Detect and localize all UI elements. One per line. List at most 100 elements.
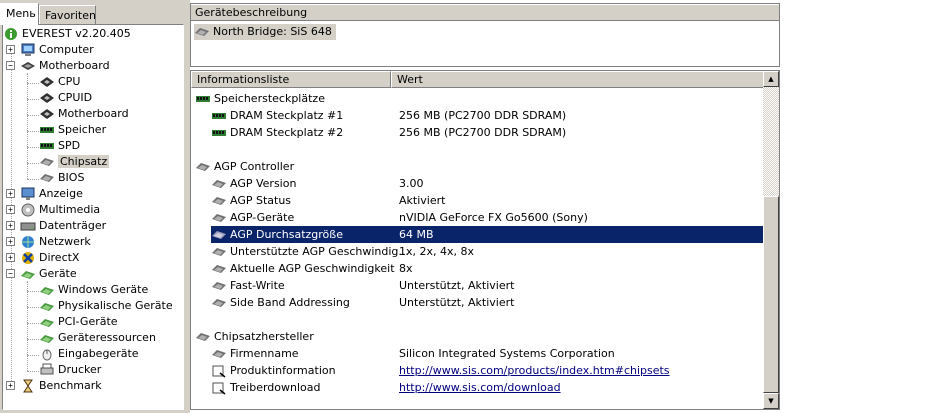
tree-item-drucker[interactable]: Drucker	[39, 362, 101, 378]
tree-item-eingabegeraete[interactable]: Eingabegeräte	[39, 346, 139, 362]
tree-item-cpu[interactable]: CPU	[39, 74, 80, 90]
row-label: AGP-Geräte	[230, 211, 295, 224]
column-header-value[interactable]: Wert	[391, 71, 764, 88]
row-label: AGP Version	[230, 177, 297, 190]
tab-menu[interactable]: Menь	[0, 3, 39, 25]
row-label: DRAM Steckplatz #1	[230, 109, 344, 122]
tree-item-label: Geräte	[39, 267, 77, 280]
expand-toggle[interactable]: +	[6, 221, 15, 230]
row-value: 8x	[399, 262, 413, 275]
table-row[interactable]: AGP Status Aktiviert	[193, 192, 763, 209]
section-label: Speichersteckplätze	[214, 92, 325, 105]
expand-toggle[interactable]: +	[6, 253, 15, 262]
network-icon	[20, 235, 36, 249]
table-row[interactable]: DRAM Steckplatz #1 256 MB (PC2700 DDR SD…	[193, 107, 763, 124]
tree-item-benchmark[interactable]: Benchmark	[20, 378, 102, 394]
row-label: DRAM Steckplatz #2	[230, 126, 344, 139]
tree-item-pci-geraete[interactable]: PCI-Geräte	[39, 314, 118, 330]
tree-item-spd[interactable]: SPD	[39, 138, 80, 154]
tree-item-everest[interactable]: EVEREST v2.20.405	[3, 26, 131, 42]
expand-toggle[interactable]: +	[6, 381, 15, 390]
tree-item-motherboard-sub[interactable]: Motherboard	[39, 106, 129, 122]
row-label: Produktinformation	[230, 364, 336, 377]
section-header: AGP Controller	[193, 158, 763, 175]
chip-icon	[39, 75, 55, 89]
tree-item-label: Motherboard	[39, 59, 110, 72]
collapse-toggle[interactable]: −	[6, 269, 15, 278]
link-icon	[211, 364, 227, 378]
table-row[interactable]: Aktuelle AGP Geschwindigkeit 8x	[193, 260, 763, 277]
table-row[interactable]: Produktinformation http://www.sis.com/pr…	[193, 362, 763, 379]
tree-item-windows-geraete[interactable]: Windows Geräte	[39, 282, 148, 298]
table-row-selected[interactable]: AGP Durchsatzgröße 64 MB	[211, 226, 763, 243]
tree-item-netzwerk[interactable]: Netzwerk	[20, 234, 91, 250]
table-row[interactable]: AGP-Geräte nVIDIA GeForce FX Go5600 (Son…	[193, 209, 763, 226]
tree-item-cpuid[interactable]: CPUID	[39, 90, 92, 106]
computer-icon	[20, 43, 36, 57]
table-row[interactable]: Unterstützte AGP Geschwindig... 1x, 2x, …	[193, 243, 763, 260]
tree-item-label: Chipsatz	[58, 155, 110, 168]
tree-item-label: CPU	[58, 75, 81, 88]
table-row[interactable]: AGP Version 3.00	[193, 175, 763, 192]
device-description-header: Gerätebeschreibung	[191, 4, 779, 21]
expand-toggle[interactable]: +	[6, 205, 15, 214]
tree-item-anzeige[interactable]: Anzeige	[20, 186, 83, 202]
tree-item-label: BIOS	[58, 171, 85, 184]
tree-item-label: CPUID	[58, 91, 93, 104]
scroll-thumb[interactable]	[763, 196, 779, 393]
scroll-down-button[interactable]: ▼	[763, 393, 779, 409]
chip-icon	[211, 245, 227, 259]
tree-item-multimedia[interactable]: Multimedia	[20, 202, 100, 218]
multimedia-icon	[20, 203, 36, 217]
section-header: Speichersteckplätze	[193, 90, 763, 107]
row-label: Aktuelle AGP Geschwindigkeit	[230, 262, 395, 275]
device-item[interactable]: North Bridge: SiS 648	[194, 24, 336, 40]
chip-icon	[39, 91, 55, 105]
hourglass-icon	[20, 379, 36, 393]
chip-icon	[211, 194, 227, 208]
expand-toggle[interactable]: +	[6, 189, 15, 198]
row-value: 3.00	[399, 177, 424, 190]
motherboard-icon	[20, 59, 36, 73]
tab-favorites[interactable]: Favoriten	[39, 5, 96, 24]
chip-icon	[211, 262, 227, 276]
directx-icon	[20, 251, 36, 265]
row-value: nVIDIA GeForce FX Go5600 (Sony)	[399, 211, 588, 224]
column-header-field[interactable]: Informationsliste	[191, 71, 391, 88]
table-row[interactable]: Fast-Write Unterstützt, Aktiviert	[193, 277, 763, 294]
tree-item-directx[interactable]: DirectX	[20, 250, 79, 266]
table-row[interactable]: Firmenname Silicon Integrated Systems Co…	[193, 345, 763, 362]
driver-download-link[interactable]: http://www.sis.com/download	[399, 379, 561, 396]
tree-item-geraete[interactable]: Geräte	[20, 266, 77, 282]
expand-toggle[interactable]: +	[6, 45, 15, 54]
product-info-link[interactable]: http://www.sis.com/products/index.htm#ch…	[399, 362, 670, 379]
tree-item-datentraeger[interactable]: Datenträger	[20, 218, 106, 234]
device-icon	[39, 299, 55, 313]
tree-item-label: PCI-Geräte	[58, 315, 118, 328]
chip-icon	[194, 25, 210, 39]
expand-toggle[interactable]: +	[6, 237, 15, 246]
scroll-up-button[interactable]: ▲	[763, 71, 779, 87]
row-label: Side Band Addressing	[230, 296, 350, 309]
memory-icon	[211, 126, 227, 140]
chip-icon	[211, 279, 227, 293]
row-value: 64 MB	[399, 228, 434, 241]
tree-item-motherboard[interactable]: Motherboard	[20, 58, 110, 74]
tree-item-chipsatz[interactable]: Chipsatz	[39, 154, 110, 170]
vertical-scrollbar[interactable]: ▲ ▼	[763, 71, 779, 409]
row-value: 1x, 2x, 4x, 8x	[399, 245, 475, 258]
row-label: Treiberdownload	[230, 381, 321, 394]
table-row[interactable]: Treiberdownload http://www.sis.com/downl…	[193, 379, 763, 396]
row-value: 256 MB (PC2700 DDR SDRAM)	[399, 109, 567, 122]
tree-item-bios[interactable]: BIOS	[39, 170, 84, 186]
collapse-toggle[interactable]: −	[6, 61, 15, 70]
tree-item-physikalische-geraete[interactable]: Physikalische Geräte	[39, 298, 173, 314]
table-row[interactable]: DRAM Steckplatz #2 256 MB (PC2700 DDR SD…	[193, 124, 763, 141]
tree-item-speicher[interactable]: Speicher	[39, 122, 106, 138]
table-row[interactable]: Side Band Addressing Unterstützt, Aktivi…	[193, 294, 763, 311]
tree-item-geraeteressourcen[interactable]: Geräteressourcen	[39, 330, 156, 346]
row-value: 256 MB (PC2700 DDR SDRAM)	[399, 126, 567, 139]
row-value: Unterstützt, Aktiviert	[399, 296, 515, 309]
tree-item-computer[interactable]: Computer	[20, 42, 94, 58]
device-description-panel: Gerätebeschreibung North Bridge: SiS 648	[190, 3, 780, 67]
